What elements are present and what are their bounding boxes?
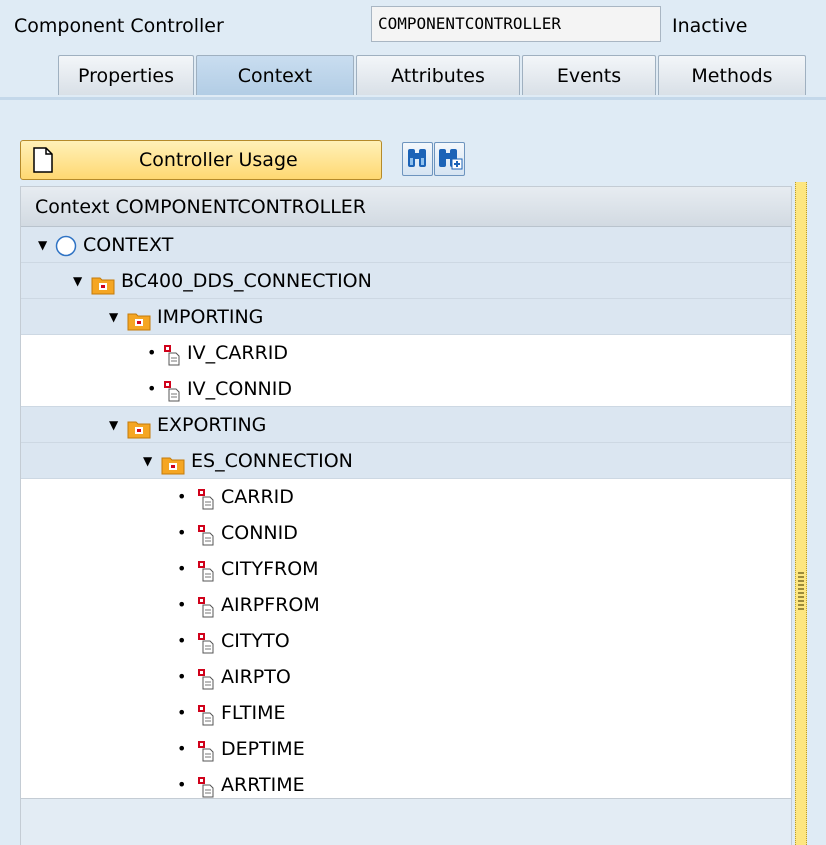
controller-usage-button[interactable]: Controller Usage xyxy=(20,140,382,180)
tree-leaf-label: IV_CONNID xyxy=(187,378,292,400)
tree-row-carrid[interactable]: • CARRID xyxy=(21,479,791,515)
bullet-icon: • xyxy=(177,595,187,614)
bullet-icon: • xyxy=(147,343,157,362)
tab-attributes[interactable]: Attributes xyxy=(356,55,520,95)
tree-leaf-label: DEPTIME xyxy=(221,738,305,760)
bullet-icon: • xyxy=(177,667,187,686)
bullet-icon: • xyxy=(177,487,187,506)
binoculars-icon xyxy=(403,149,432,179)
expand-arrow-icon[interactable]: ▼ xyxy=(109,299,118,335)
tree-leaf-label: CITYTO xyxy=(221,630,290,652)
bullet-icon: • xyxy=(147,379,157,398)
component-controller-label: Component Controller xyxy=(14,15,224,37)
bullet-icon: • xyxy=(177,523,187,542)
tree-row-airpfrom[interactable]: • AIRPFROM xyxy=(21,587,791,623)
expand-arrow-icon[interactable]: ▼ xyxy=(38,227,47,263)
bullet-icon: • xyxy=(177,559,187,578)
bullet-icon: • xyxy=(177,703,187,722)
tab-methods[interactable]: Methods xyxy=(658,55,806,95)
tree-row-iv-carrid[interactable]: • IV_CARRID xyxy=(21,335,791,371)
tree-leaf-label: CARRID xyxy=(221,486,294,508)
status-text: Inactive xyxy=(672,15,748,37)
tree-node-label: BC400_DDS_CONNECTION xyxy=(121,270,372,292)
tab-underline xyxy=(0,97,826,100)
tree-empty-area xyxy=(21,798,791,845)
tree-row-es-connection[interactable]: ▼ ES_CONNECTION xyxy=(21,443,791,479)
tab-properties[interactable]: Properties xyxy=(58,55,194,95)
controller-usage-label: Controller Usage xyxy=(139,149,298,171)
tree-row-importing[interactable]: ▼ IMPORTING xyxy=(21,299,791,335)
bullet-icon: • xyxy=(177,739,187,758)
panel-splitter[interactable] xyxy=(795,182,807,845)
context-tree: Context COMPONENTCONTROLLER ▼ CONTEXT ▼ … xyxy=(20,186,792,845)
tree-node-label: CONTEXT xyxy=(83,234,174,256)
find-button[interactable] xyxy=(402,142,433,176)
tree-row-iv-connid[interactable]: • IV_CONNID xyxy=(21,371,791,407)
controller-name-field[interactable]: COMPONENTCONTROLLER xyxy=(371,6,661,42)
tree-row-airpto[interactable]: • AIRPTO xyxy=(21,659,791,695)
tree-leaf-label: FLTIME xyxy=(221,702,286,724)
tab-events[interactable]: Events xyxy=(522,55,656,95)
tree-leaf-label: CITYFROM xyxy=(221,558,319,580)
document-icon xyxy=(33,147,53,186)
tree-row-exporting[interactable]: ▼ EXPORTING xyxy=(21,407,791,443)
splitter-grip-icon[interactable] xyxy=(798,572,804,612)
expand-arrow-icon[interactable]: ▼ xyxy=(73,263,82,299)
tree-row-context[interactable]: ▼ CONTEXT xyxy=(21,227,791,263)
tree-row-fltime[interactable]: • FLTIME xyxy=(21,695,791,731)
tree-leaf-label: AIRPFROM xyxy=(221,594,320,616)
tree-row-bc400-dds-connection[interactable]: ▼ BC400_DDS_CONNECTION xyxy=(21,263,791,299)
tree-leaf-label: CONNID xyxy=(221,522,298,544)
tree-node-label: ES_CONNECTION xyxy=(191,450,353,472)
tab-context[interactable]: Context xyxy=(196,55,354,95)
bullet-icon: • xyxy=(177,631,187,650)
tree-row-connid[interactable]: • CONNID xyxy=(21,515,791,551)
tree-leaf-label: IV_CARRID xyxy=(187,342,289,364)
tree-leaf-label: AIRPTO xyxy=(221,666,291,688)
tree-row-deptime[interactable]: • DEPTIME xyxy=(21,731,791,767)
expand-arrow-icon[interactable]: ▼ xyxy=(143,443,152,479)
tree-node-label: EXPORTING xyxy=(157,414,267,436)
tree-column-header: Context COMPONENTCONTROLLER xyxy=(21,187,791,227)
expand-arrow-icon[interactable]: ▼ xyxy=(109,407,118,443)
find-next-button[interactable] xyxy=(434,142,465,176)
tree-row-cityfrom[interactable]: • CITYFROM xyxy=(21,551,791,587)
tree-row-cityto[interactable]: • CITYTO xyxy=(21,623,791,659)
binoculars-plus-icon xyxy=(435,149,464,179)
tree-node-label: IMPORTING xyxy=(157,306,264,328)
